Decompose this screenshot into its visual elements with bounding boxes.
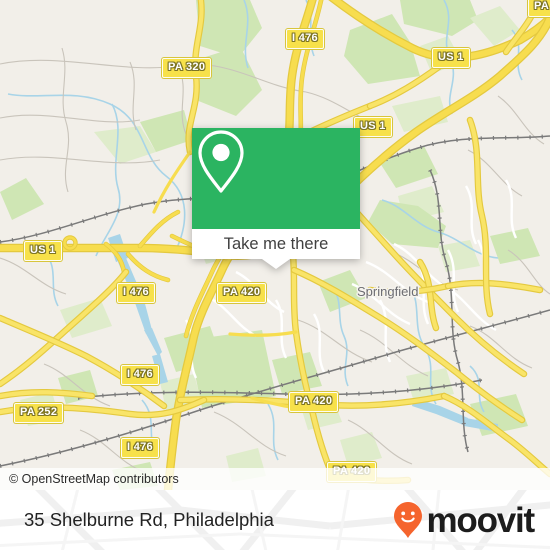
highway-shield: US 1 — [24, 241, 62, 261]
popup-pointer-tail — [262, 259, 290, 269]
highway-shield: PA — [528, 0, 550, 17]
moovit-wordmark: moovit — [426, 500, 535, 540]
highway-shield: PA 420 — [289, 392, 339, 412]
popup-header — [192, 128, 360, 229]
map-pin-icon — [198, 130, 244, 193]
highway-shield: I 476 — [121, 365, 159, 385]
map-attribution-bar: © OpenStreetMap contributors — [0, 468, 550, 490]
footer-bar: 35 Shelburne Rd, Philadelphia moovit — [0, 490, 550, 550]
attribution-text: © OpenStreetMap contributors — [9, 472, 179, 486]
highway-shield: PA 320 — [162, 58, 212, 78]
moovit-map-page: .park { fill:#cfe6b4; stroke:none; } .pa… — [0, 0, 550, 550]
highway-shield: PA 252 — [14, 403, 64, 423]
highway-shield: I 476 — [286, 29, 324, 49]
address-label: 35 Shelburne Rd, Philadelphia — [24, 509, 274, 530]
place-label: Springfield — [357, 284, 419, 299]
moovit-smiley-pin-icon — [394, 502, 423, 538]
map-canvas[interactable]: .park { fill:#cfe6b4; stroke:none; } .pa… — [0, 0, 550, 490]
location-popup-card[interactable]: Take me there — [192, 128, 360, 269]
highway-shield: US 1 — [432, 48, 470, 68]
highway-shield: I 476 — [117, 283, 155, 303]
take-me-there-label: Take me there — [223, 234, 329, 253]
highway-shield: PA 420 — [217, 283, 267, 303]
moovit-logo: moovit — [393, 500, 535, 540]
highway-shield: I 476 — [121, 438, 159, 458]
take-me-there-button[interactable]: Take me there — [192, 229, 360, 259]
